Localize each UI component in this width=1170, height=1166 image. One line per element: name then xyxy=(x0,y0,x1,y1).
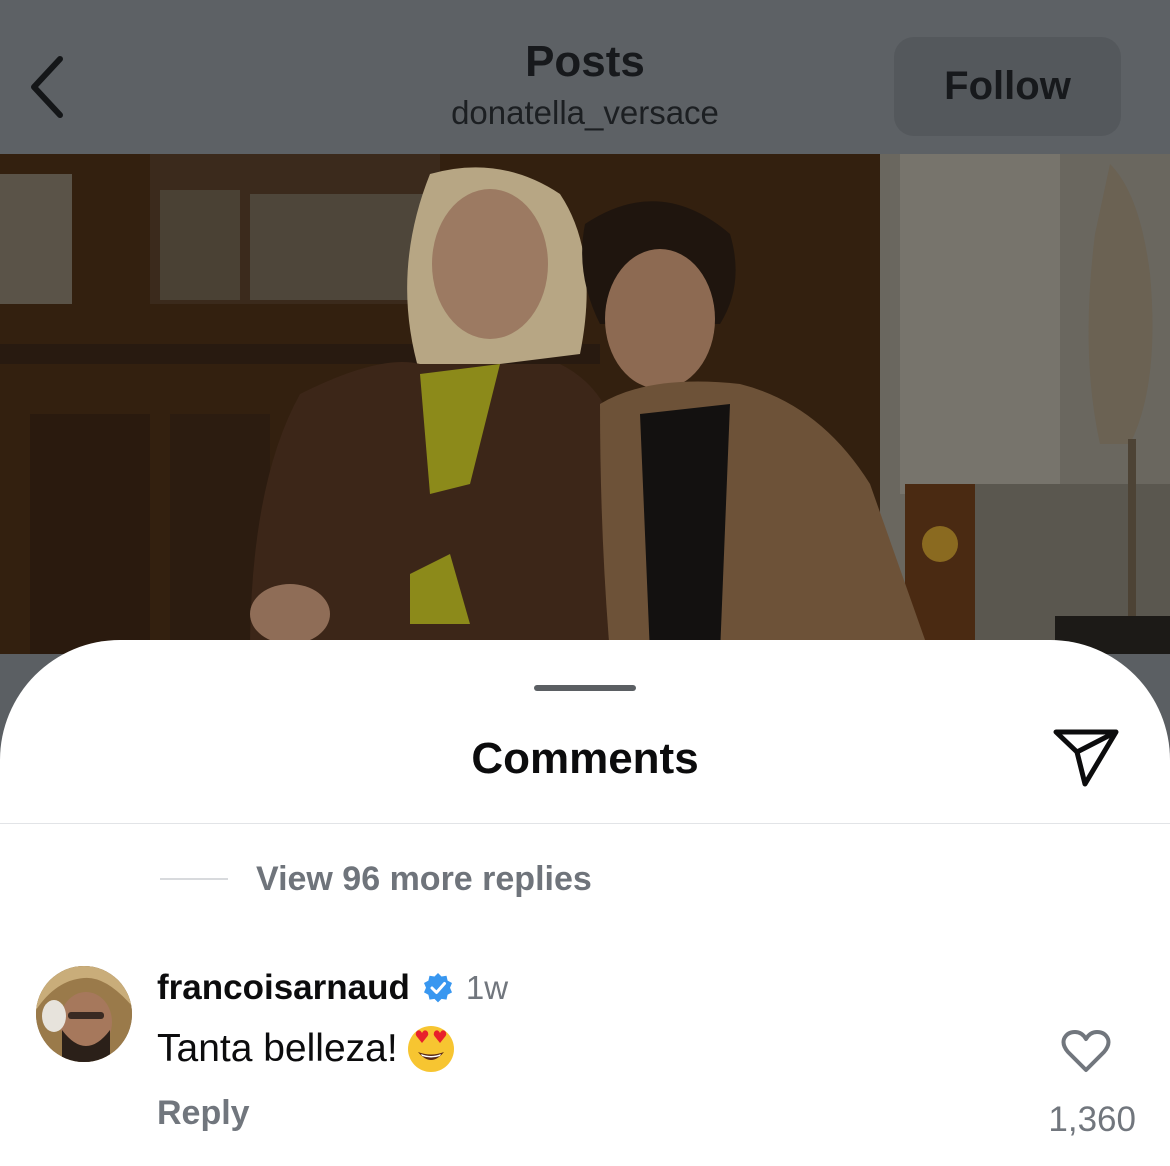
share-button[interactable] xyxy=(1048,722,1124,794)
replies-line xyxy=(160,878,228,880)
back-button[interactable] xyxy=(22,54,70,120)
comments-sheet: Comments View 96 more replies francoisar… xyxy=(0,640,1170,1166)
comment-username[interactable]: francoisarnaud xyxy=(157,968,410,1008)
send-icon xyxy=(1053,729,1119,787)
header-titles: Posts donatella_versace xyxy=(385,36,785,134)
view-replies-label: View 96 more replies xyxy=(256,859,592,898)
comment-body: Tanta belleza! xyxy=(157,1024,456,1074)
comment-text: Tanta belleza! xyxy=(157,1027,398,1070)
heart-icon xyxy=(1061,1030,1111,1072)
like-button[interactable] xyxy=(1058,1026,1114,1076)
verified-badge-icon xyxy=(422,972,454,1004)
header-divider xyxy=(0,823,1170,824)
comment-timestamp: 1w xyxy=(465,969,509,1006)
heart-eyes-emoji-icon xyxy=(406,1024,456,1074)
follow-button[interactable]: Follow xyxy=(894,37,1121,136)
comments-title: Comments xyxy=(471,734,699,783)
post-photo[interactable] xyxy=(0,154,1170,654)
chevron-left-icon xyxy=(31,56,63,118)
avatar[interactable] xyxy=(36,966,132,1062)
sheet-grabber[interactable] xyxy=(534,685,636,691)
view-more-replies[interactable]: View 96 more replies xyxy=(160,854,592,904)
like-count: 1,360 xyxy=(1048,1100,1136,1139)
profile-username[interactable]: donatella_versace xyxy=(385,92,785,134)
top-navigation-bar: Posts donatella_versace Follow xyxy=(0,0,1170,154)
reply-button[interactable]: Reply xyxy=(157,1094,250,1133)
page-title: Posts xyxy=(525,37,645,86)
comment-header: francoisarnaud 1w xyxy=(157,964,508,1012)
